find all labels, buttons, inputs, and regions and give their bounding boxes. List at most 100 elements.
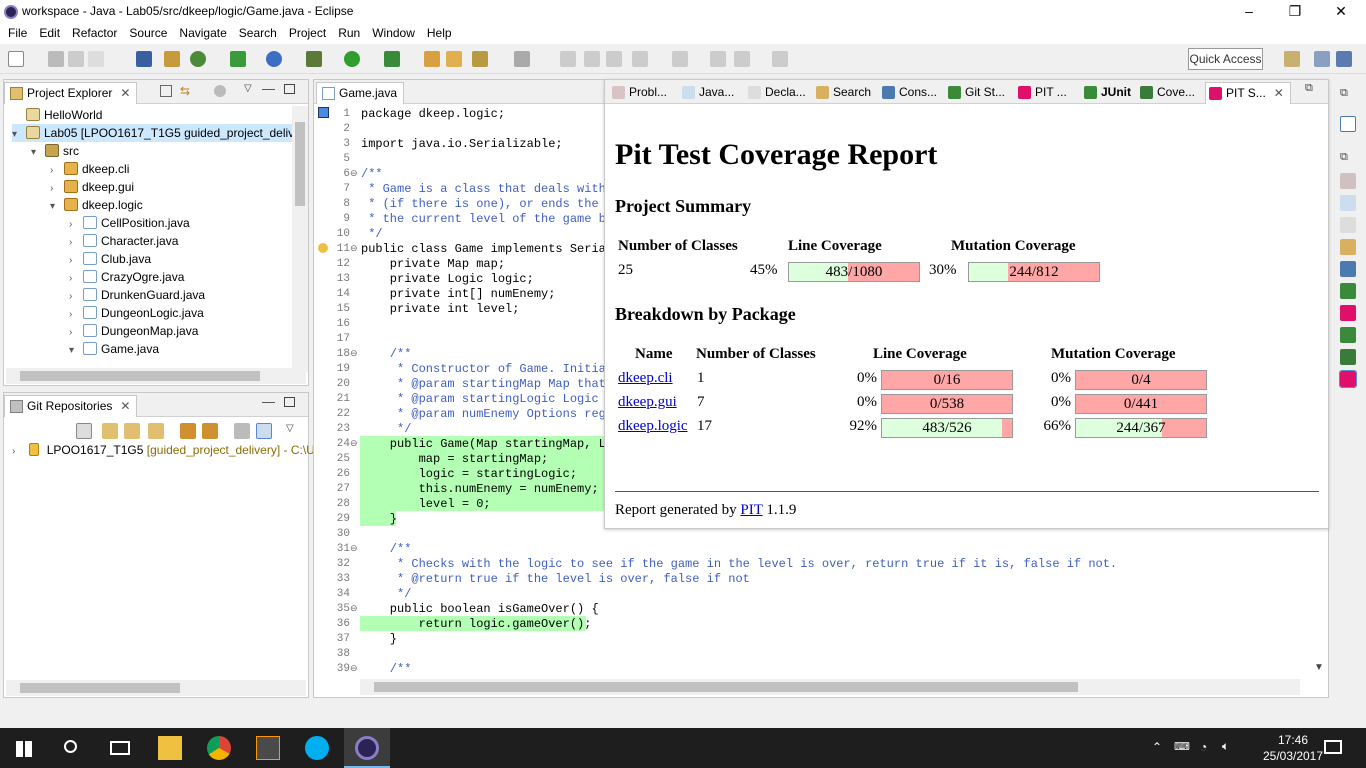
code-line[interactable]: map = startingMap;: [361, 452, 549, 466]
code-line[interactable]: return logic.gameOver();: [361, 617, 592, 631]
code-line[interactable]: public class Game implements Seria: [361, 242, 606, 256]
open-type-icon[interactable]: [424, 51, 440, 67]
create-repo-icon[interactable]: [148, 423, 164, 439]
minimize-view-icon[interactable]: ⧉: [1305, 82, 1313, 95]
code-line[interactable]: * (if there is one), or ends the: [361, 197, 598, 211]
fold-icon[interactable]: ⊖: [350, 438, 358, 449]
code-line[interactable]: level = 0;: [361, 497, 491, 511]
view-dropdown-icon[interactable]: ▽: [244, 83, 252, 94]
tree-item[interactable]: › CrazyOgre.java: [69, 268, 184, 286]
repo-row[interactable]: › LPOO1617_T1G5 [guided_project_delivery…: [12, 443, 315, 457]
code-line[interactable]: private Map map;: [361, 257, 505, 271]
java-perspective-icon[interactable]: [1336, 51, 1352, 67]
menu-project[interactable]: Project: [283, 24, 332, 42]
clock-date[interactable]: 25/03/2017: [1258, 749, 1328, 763]
next-annotation-icon[interactable]: [632, 51, 648, 67]
print-icon[interactable]: [88, 51, 104, 67]
keyboard-icon[interactable]: ⌨: [1174, 740, 1190, 753]
file-explorer-icon[interactable]: [158, 736, 182, 760]
expand-arrow-icon[interactable]: ▾: [31, 144, 45, 162]
tab-git-repositories[interactable]: Git Repositories ✕: [4, 395, 138, 417]
tree-item[interactable]: HelloWorld: [12, 106, 102, 124]
scroll-thumb[interactable]: [295, 122, 305, 206]
javadoc-icon[interactable]: [1340, 195, 1356, 211]
code-line[interactable]: import java.io.Serializable;: [361, 137, 563, 151]
code-line[interactable]: /**: [361, 347, 412, 361]
expand-arrow-icon[interactable]: ›: [12, 446, 26, 457]
link-icon[interactable]: [202, 423, 218, 439]
code-line[interactable]: * Game is a class that deals with: [361, 182, 606, 196]
pit-icon[interactable]: [1340, 305, 1356, 321]
view-dropdown-icon[interactable]: ▽: [286, 423, 294, 434]
code-line[interactable]: * Checks with the logic to see if the ga…: [361, 557, 1117, 571]
tree-scrollbar-h[interactable]: [6, 368, 306, 384]
fold-icon[interactable]: ⊖: [350, 243, 358, 254]
tree-item[interactable]: › DungeonLogic.java: [69, 304, 204, 322]
view-tab-0[interactable]: Probl...: [609, 82, 667, 104]
clone-repo-icon[interactable]: [124, 423, 140, 439]
scroll-thumb[interactable]: [374, 682, 1078, 692]
open-folder-icon[interactable]: [446, 51, 462, 67]
menu-source[interactable]: Source: [123, 24, 173, 42]
java-ee-perspective-icon[interactable]: [1314, 51, 1330, 67]
refresh-icon[interactable]: [180, 423, 196, 439]
menu-run[interactable]: Run: [332, 24, 366, 42]
view-tab-3[interactable]: Search: [813, 82, 871, 104]
expand-arrow-icon[interactable]: ▾: [12, 126, 26, 144]
panel-icon[interactable]: [1340, 116, 1356, 132]
code-line[interactable]: private int[] numEnemy;: [361, 287, 556, 301]
code-line[interactable]: /**: [361, 542, 412, 556]
editor-scrollbar-h[interactable]: [360, 679, 1300, 695]
fold-icon[interactable]: ⊖: [350, 603, 358, 614]
filter-icon[interactable]: [256, 423, 272, 439]
menu-edit[interactable]: Edit: [33, 24, 66, 42]
skip-breakpoints-icon[interactable]: [136, 51, 152, 67]
code-line[interactable]: */: [361, 227, 382, 241]
windows-start-icon[interactable]: [16, 741, 32, 757]
close-icon[interactable]: ✕: [1274, 86, 1284, 100]
view-tab-2[interactable]: Decla...: [745, 82, 806, 104]
quick-access-input[interactable]: Quick Access: [1188, 48, 1263, 70]
menu-refactor[interactable]: Refactor: [66, 24, 123, 42]
code-line[interactable]: * @param startingMap Map that: [361, 377, 606, 391]
pit-summary-icon[interactable]: [1339, 370, 1357, 388]
run-icon[interactable]: [344, 51, 360, 67]
code-line[interactable]: }: [361, 512, 397, 526]
coverage-icon[interactable]: [1340, 349, 1356, 365]
save-icon[interactable]: [48, 51, 64, 67]
save-all-icon[interactable]: [68, 51, 84, 67]
warning-icon[interactable]: [318, 243, 328, 253]
code-line[interactable]: this.numEnemy = numEnemy;: [361, 482, 599, 496]
code-line[interactable]: logic = startingLogic;: [361, 467, 577, 481]
skype-icon[interactable]: [305, 736, 329, 760]
expand-arrow-icon[interactable]: ▾: [50, 198, 64, 216]
code-line[interactable]: /**: [361, 167, 383, 181]
menu-search[interactable]: Search: [233, 24, 283, 42]
annotation-icon[interactable]: [514, 51, 530, 67]
collapse-all-icon[interactable]: [160, 85, 172, 97]
pit-link[interactable]: PIT: [740, 502, 762, 518]
tree-scrollbar-v[interactable]: [292, 106, 308, 372]
declaration-icon[interactable]: [1340, 217, 1356, 233]
toggle-icon[interactable]: [560, 51, 576, 67]
eclipse-taskbar-item[interactable]: [344, 728, 390, 768]
tray-chevron-icon[interactable]: ⌃: [1152, 740, 1162, 754]
minimize-icon[interactable]: –: [1226, 0, 1272, 24]
sublime-icon[interactable]: [256, 736, 280, 760]
fold-icon[interactable]: ⊖: [350, 663, 358, 674]
close-icon[interactable]: ✕: [120, 399, 130, 413]
view-tab-1[interactable]: Java...: [679, 82, 734, 104]
tab-project-explorer[interactable]: Project Explorer ✕: [4, 82, 138, 104]
clock-time[interactable]: 17:46: [1268, 733, 1318, 747]
tree-item[interactable]: › dkeep.cli: [50, 160, 129, 178]
view-tab-6[interactable]: PIT ...: [1015, 82, 1067, 104]
tree-item[interactable]: ▾ src: [31, 142, 79, 160]
code-line[interactable]: public boolean isGameOver() {: [361, 602, 599, 616]
code-line[interactable]: * @param startingLogic Logic: [361, 392, 599, 406]
prev-annotation-icon[interactable]: [672, 51, 688, 67]
view-tab-9[interactable]: PIT S... ✕: [1205, 82, 1291, 104]
close-icon[interactable]: ✕: [120, 86, 130, 100]
junit-icon[interactable]: [1340, 327, 1356, 343]
volume-icon[interactable]: 🔈︎: [1222, 739, 1229, 754]
console-icon[interactable]: [1340, 261, 1356, 277]
